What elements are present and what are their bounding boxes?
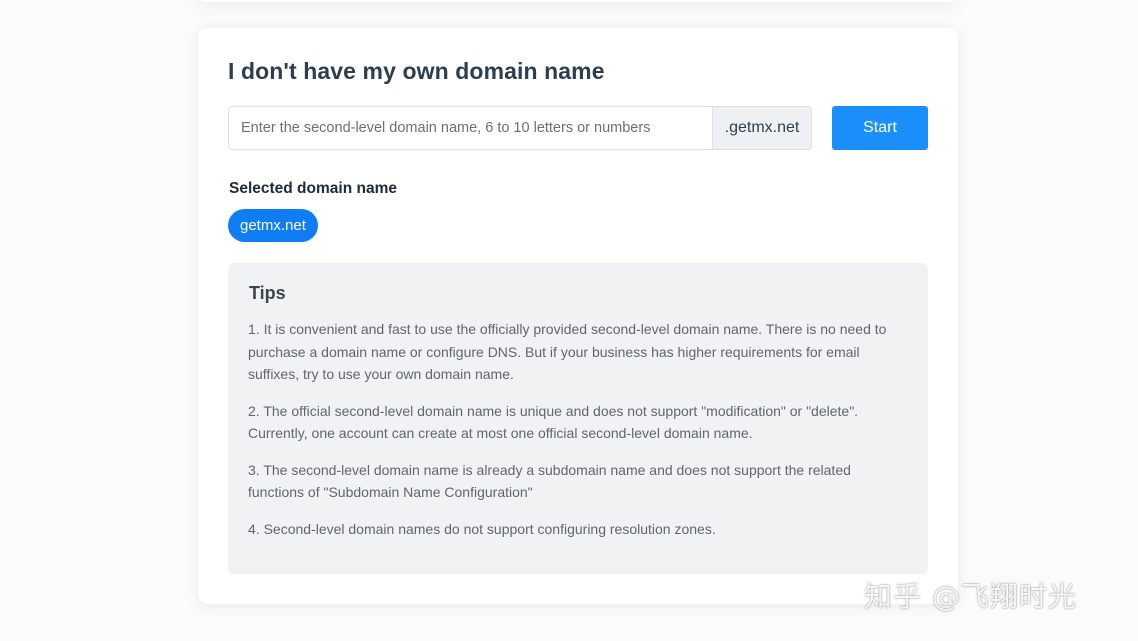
start-button[interactable]: Start <box>832 106 928 150</box>
watermark: 知乎 @飞翔时光 <box>864 580 1077 613</box>
second-level-domain-input[interactable] <box>229 107 712 149</box>
own-domain-card: I don't have my own domain name .getmx.n… <box>198 28 958 604</box>
card-title: I don't have my own domain name <box>228 58 605 84</box>
domain-input-group: .getmx.net <box>228 106 812 150</box>
previous-card-edge <box>198 0 958 2</box>
page: I don't have my own domain name .getmx.n… <box>0 0 1138 641</box>
tip-item: 2. The official second-level domain name… <box>248 402 859 442</box>
selected-domain-label: Selected domain name <box>229 180 397 197</box>
tips-title: Tips <box>249 283 286 303</box>
tip-item: 4. Second-level domain names do not supp… <box>248 520 716 537</box>
tip-item: 3. The second-level domain name is alrea… <box>248 461 851 501</box>
tip-item: 1. It is convenient and fast to use the … <box>248 321 887 382</box>
domain-suffix: .getmx.net <box>712 107 811 149</box>
selected-domain-chip[interactable]: getmx.net <box>228 209 318 242</box>
tips-panel: Tips 1. It is convenient and fast to use… <box>228 263 928 574</box>
